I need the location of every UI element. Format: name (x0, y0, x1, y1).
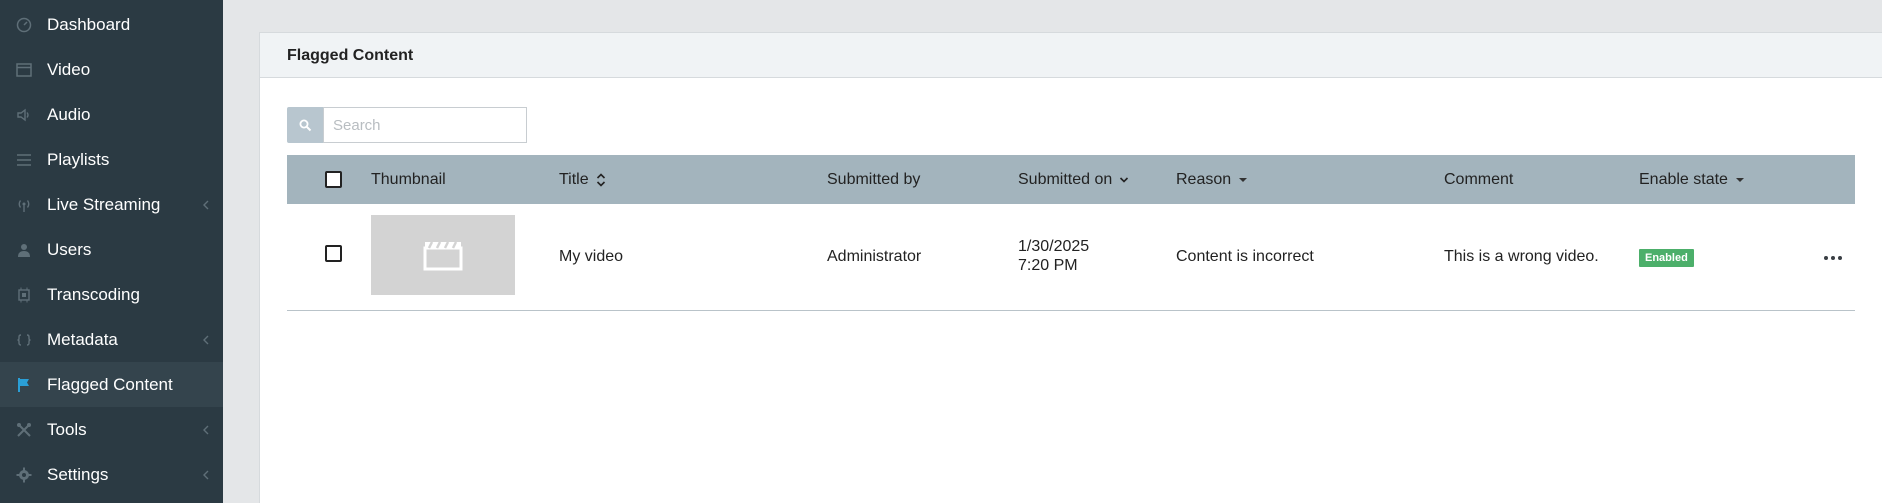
column-submitted-on[interactable]: Submitted on (1018, 155, 1129, 204)
broadcast-icon (16, 197, 32, 213)
column-title[interactable]: Title (559, 155, 606, 204)
sidebar-item-label: Dashboard (47, 14, 131, 34)
flagged-content-panel: Flagged Content Thumbnail Title Submitte… (259, 32, 1882, 503)
search-icon (299, 119, 312, 131)
row-reason: Content is incorrect (1176, 248, 1314, 265)
chevron-left-icon (203, 425, 209, 434)
column-label: Submitted by (827, 170, 921, 188)
panel-header: Flagged Content (260, 33, 1882, 78)
sidebar-item-users[interactable]: Users (0, 227, 223, 272)
search-button[interactable] (287, 107, 324, 143)
sidebar-item-metadata[interactable]: Metadata (0, 317, 223, 362)
sidebar-item-label: Settings (47, 464, 109, 484)
dashboard-icon (16, 17, 32, 33)
sidebar-item-playlists[interactable]: Playlists (0, 137, 223, 182)
sidebar-item-flagged-content[interactable]: Flagged Content (0, 362, 223, 407)
sidebar-item-label: Flagged Content (47, 374, 173, 394)
audio-icon (16, 107, 32, 123)
row-checkbox[interactable] (325, 245, 342, 262)
code-icon (16, 332, 32, 348)
user-icon (16, 242, 32, 258)
playlist-icon (16, 152, 32, 168)
caret-down-icon (1735, 177, 1744, 182)
sidebar-item-label: Users (47, 239, 92, 259)
video-thumbnail[interactable] (371, 215, 515, 295)
sidebar-item-label: Playlists (47, 149, 110, 169)
column-label: Reason (1176, 170, 1232, 188)
sidebar-item-label: Tools (47, 419, 87, 439)
sidebar-item-label: Metadata (47, 329, 118, 349)
sidebar-item-settings[interactable]: Settings (0, 452, 223, 497)
select-all-checkbox[interactable] (325, 171, 342, 188)
sidebar: Dashboard Video Audio Playlists Live Str… (0, 0, 223, 503)
chevron-left-icon (203, 470, 209, 479)
search-input[interactable] (323, 107, 527, 143)
caret-down-icon (1239, 177, 1248, 182)
sidebar-item-label: Live Streaming (47, 194, 161, 214)
sidebar-item-label: Audio (47, 104, 91, 124)
table-header: Thumbnail Title Submitted by Submitted o… (287, 155, 1855, 204)
column-comment: Comment (1444, 155, 1513, 204)
gear-icon (16, 467, 32, 483)
column-label: Thumbnail (371, 170, 446, 188)
row-submitted-date: 1/30/2025 (1018, 238, 1090, 255)
column-enable-state[interactable]: Enable state (1639, 155, 1745, 204)
flag-icon (16, 377, 32, 393)
sidebar-item-audio[interactable]: Audio (0, 92, 223, 137)
sort-icon (596, 172, 605, 187)
column-label: Enable state (1639, 170, 1728, 188)
column-reason[interactable]: Reason (1176, 155, 1248, 204)
row-title[interactable]: My video (559, 248, 623, 266)
sidebar-item-transcoding[interactable]: Transcoding (0, 272, 223, 317)
sidebar-item-label: Video (47, 59, 91, 79)
status-badge: Enabled (1639, 249, 1694, 267)
sidebar-item-label: Transcoding (47, 284, 140, 304)
column-submitted-by: Submitted by (827, 155, 920, 204)
column-label: Comment (1444, 170, 1514, 188)
chevron-left-icon (203, 335, 209, 344)
clapperboard-icon (423, 241, 463, 271)
tools-icon (16, 422, 32, 438)
page-title: Flagged Content (287, 47, 414, 64)
column-thumbnail: Thumbnail (371, 155, 446, 204)
column-label: Submitted on (1018, 170, 1113, 188)
table-row[interactable]: My video Administrator 1/30/2025 7:20 PM… (287, 204, 1855, 311)
sidebar-item-video[interactable]: Video (0, 47, 223, 92)
chevron-left-icon (203, 200, 209, 209)
sidebar-item-live-streaming[interactable]: Live Streaming (0, 182, 223, 227)
row-comment: This is a wrong video. (1444, 248, 1599, 265)
row-submitted-by: Administrator (827, 248, 922, 265)
video-icon (16, 62, 32, 78)
row-submitted-time: 7:20 PM (1018, 257, 1078, 274)
chevron-down-icon (1120, 176, 1129, 183)
sidebar-item-tools[interactable]: Tools (0, 407, 223, 452)
more-actions-icon[interactable] (1824, 256, 1842, 260)
column-label: Title (559, 170, 589, 188)
chip-icon (16, 287, 32, 303)
sidebar-item-dashboard[interactable]: Dashboard (0, 2, 223, 47)
